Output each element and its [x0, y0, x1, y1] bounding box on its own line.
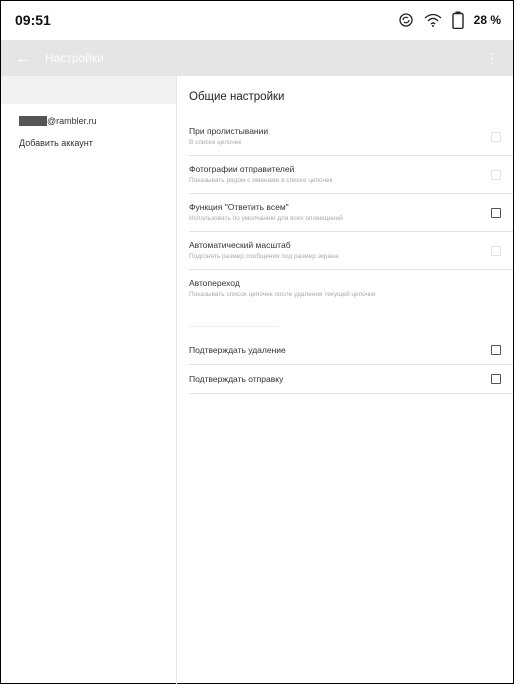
confirm-delete-checkbox[interactable]: [491, 345, 501, 355]
setting-title: Автопереход: [189, 278, 240, 288]
redacted-username: [19, 116, 47, 126]
status-time: 09:51: [15, 12, 51, 28]
device-frame: 09:51 28 % ← Настройки ⋮ @rambler.ru Доб…: [0, 0, 514, 684]
battery-percent: 28 %: [473, 13, 501, 27]
battery-icon: [451, 11, 464, 29]
sync-icon: [398, 12, 414, 28]
setting-subtitle: Подгонять размер сообщения под размер эк…: [189, 253, 339, 260]
setting-reply-all[interactable]: Функция "Ответить всем" Использовать по …: [189, 194, 513, 232]
sidebar: @rambler.ru Добавить аккаунт: [1, 76, 177, 684]
sidebar-item-general-settings[interactable]: [1, 76, 176, 104]
divider-line: [189, 325, 279, 327]
app-toolbar: ← Настройки ⋮: [1, 40, 513, 76]
settings-panel: Общие настройки При пролистывании В спис…: [177, 76, 513, 394]
setting-title: Подтверждать отправку: [189, 374, 284, 384]
account-domain: @rambler.ru: [47, 116, 97, 126]
setting-title: При пролистывании: [189, 126, 269, 136]
setting-title: Фотографии отправителей: [189, 164, 295, 174]
setting-subtitle: Использовать по умолчанию для всех опове…: [189, 215, 343, 222]
setting-auto-advance[interactable]: Автопереход Показывать список цепочек по…: [189, 270, 513, 316]
status-bar: 09:51 28 %: [1, 1, 513, 39]
sender-photos-checkbox[interactable]: [491, 170, 501, 180]
add-account-link[interactable]: Добавить аккаунт: [1, 128, 176, 148]
setting-swipe[interactable]: При пролистывании В списке цепочек: [189, 118, 513, 156]
setting-subtitle: В списке цепочек: [189, 139, 242, 146]
setting-title: Подтверждать удаление: [189, 345, 286, 355]
more-vertical-icon[interactable]: ⋮: [485, 50, 499, 67]
swipe-checkbox[interactable]: [491, 132, 501, 142]
setting-sender-photos[interactable]: Фотографии отправителей Показывать рядом…: [189, 156, 513, 194]
status-icons: 28 %: [398, 11, 501, 29]
setting-title: Автоматический масштаб: [189, 240, 291, 250]
reply-all-checkbox[interactable]: [491, 208, 501, 218]
section-divider: [189, 316, 513, 336]
setting-subtitle: Показывать рядом с именами в списке цепо…: [189, 177, 333, 184]
toolbar-title: Настройки: [45, 51, 104, 65]
setting-confirm-delete[interactable]: Подтверждать удаление: [189, 336, 513, 365]
arrow-left-icon[interactable]: ←: [15, 50, 35, 67]
setting-subtitle: Показывать список цепочек после удаления…: [189, 291, 376, 298]
setting-confirm-send[interactable]: Подтверждать отправку: [189, 365, 513, 394]
setting-auto-fit[interactable]: Автоматический масштаб Подгонять размер …: [189, 232, 513, 270]
auto-fit-checkbox[interactable]: [491, 246, 501, 256]
confirm-send-checkbox[interactable]: [491, 374, 501, 384]
sidebar-item-account[interactable]: @rambler.ru: [1, 104, 176, 128]
setting-title: Функция "Ответить всем": [189, 202, 289, 212]
wifi-icon: [424, 12, 442, 28]
page-title: Общие настройки: [189, 91, 285, 103]
